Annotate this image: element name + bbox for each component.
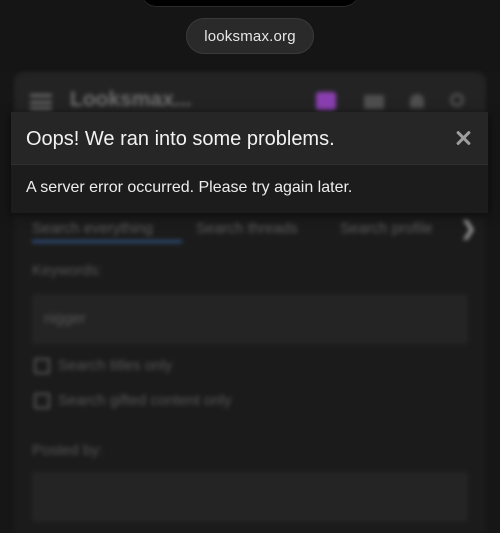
avatar-icon[interactable] [316,92,336,110]
hamburger-menu-icon[interactable] [30,94,52,110]
url-bar[interactable]: looksmax.org [186,18,314,54]
tab-search-everything[interactable]: Search everything [32,220,153,237]
dialog-header: Oops! We ran into some problems. [11,112,488,165]
mail-icon[interactable] [364,95,384,109]
error-dialog: Oops! We ran into some problems. A serve… [11,112,488,213]
search-gifted-checkbox[interactable] [34,393,50,409]
posted-by-input[interactable] [32,472,468,522]
active-tab-indicator [32,240,182,243]
chevron-right-icon[interactable]: ❯ [460,216,477,241]
tab-search-profile[interactable]: Search profile [340,220,433,237]
posted-by-label: Posted by: [32,442,103,459]
search-titles-label: Search titles only [58,357,173,374]
search-icon[interactable] [450,93,464,107]
site-logo[interactable]: Looksmax... [70,88,191,112]
search-titles-checkbox[interactable] [34,358,50,374]
url-text: looksmax.org [204,27,296,45]
search-gifted-label: Search gifted content only [58,392,232,409]
keywords-value: nigger [44,310,86,327]
bell-icon[interactable] [410,94,424,108]
keywords-label: Keywords: [32,262,103,279]
dialog-title: Oops! We ran into some problems. [26,128,335,150]
keywords-input[interactable] [32,294,468,344]
tab-search-threads[interactable]: Search threads [196,220,298,237]
close-icon[interactable] [449,124,477,152]
device-notch [142,0,358,6]
browser-top-bar: looksmax.org [0,0,500,72]
dialog-message: A server error occurred. Please try agai… [26,179,353,196]
